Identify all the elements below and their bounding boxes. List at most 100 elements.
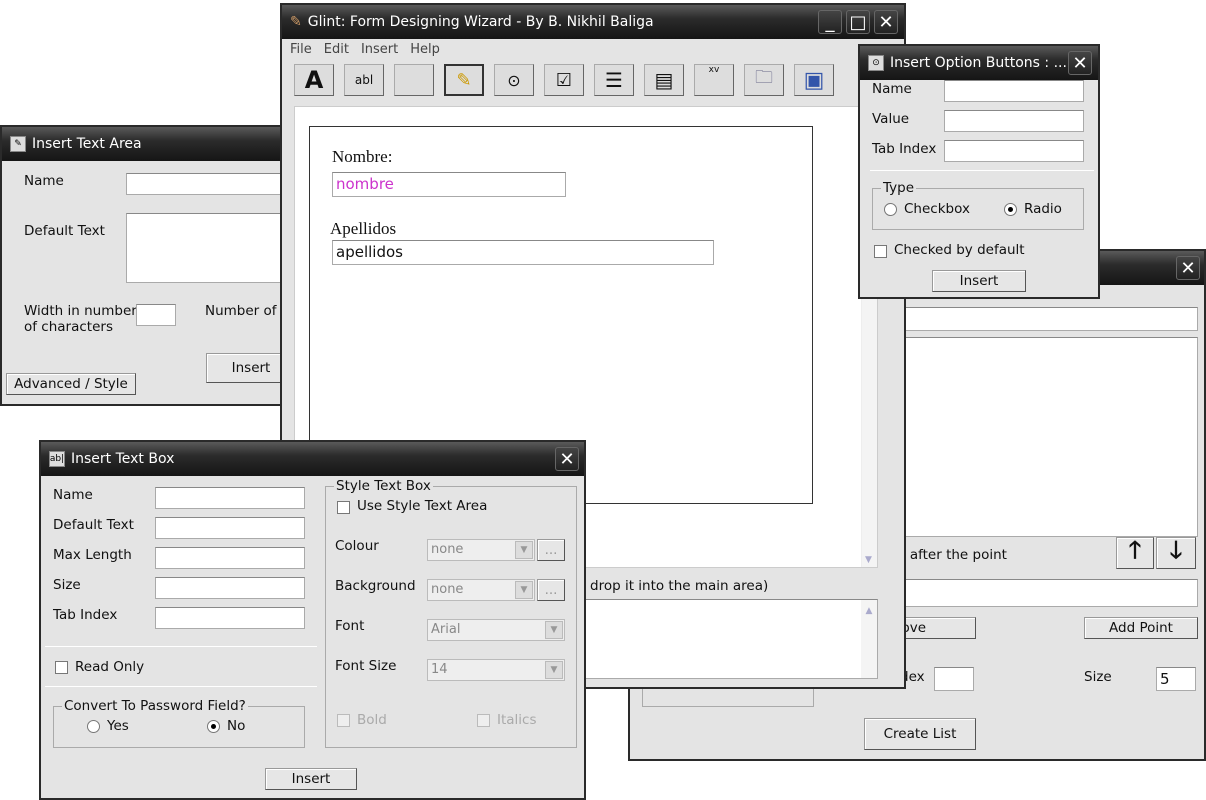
read-only-label: Read Only xyxy=(75,659,145,675)
text-box-title-bar[interactable]: ab| Insert Text Box xyxy=(41,442,584,476)
list-tool-button[interactable]: ☰ xyxy=(594,64,634,96)
insert-option-buttons-window: ⊙ Insert Option Buttons : ... ✕ Name Valu… xyxy=(858,44,1100,299)
minimize-icon[interactable]: _ xyxy=(818,10,842,34)
menu-insert[interactable]: Insert xyxy=(361,42,398,57)
bold-checkbox[interactable] xyxy=(337,714,350,727)
move-down-button[interactable]: 🡓 xyxy=(1156,536,1196,569)
italics-label: Italics xyxy=(497,712,537,728)
window-title: Insert Option Buttons : ... xyxy=(890,55,1067,71)
name-input[interactable] xyxy=(155,487,305,509)
option-title-bar[interactable]: ⊙ Insert Option Buttons : ... xyxy=(860,46,1098,80)
size-input[interactable] xyxy=(155,577,305,599)
chevron-down-icon[interactable]: ▼ xyxy=(515,541,533,559)
font-size-select[interactable]: 14 ▼ xyxy=(427,659,565,681)
colour-select[interactable]: none ▼ xyxy=(427,539,535,561)
close-icon[interactable]: ✕ xyxy=(555,447,579,471)
menu-edit[interactable]: Edit xyxy=(324,42,349,57)
chevron-down-icon[interactable]: ▼ xyxy=(515,581,533,599)
chevron-down-icon[interactable]: ▼ xyxy=(545,621,563,639)
password-no-radio[interactable] xyxy=(207,720,220,733)
divider xyxy=(45,686,317,687)
insert-button[interactable]: Insert xyxy=(932,270,1026,292)
use-style-label: Use Style Text Area xyxy=(357,498,488,514)
main-title-bar[interactable]: ✎ Glint: Form Designing Wizard - By B. Ni… xyxy=(282,5,904,39)
dropdown-tool-button[interactable]: ▤ xyxy=(644,64,684,96)
font-label: Font xyxy=(335,618,365,634)
insert-text-box-window: ab| Insert Text Box ✕ Name Default Text M… xyxy=(39,440,586,800)
size-input[interactable]: 5 xyxy=(1156,667,1196,691)
value-input[interactable] xyxy=(944,110,1084,132)
list-box[interactable] xyxy=(890,337,1198,537)
finder-tool-button[interactable]: ▣ xyxy=(794,64,834,96)
default-text-label: Default Text xyxy=(53,517,134,533)
background-browse-button[interactable]: ... xyxy=(537,579,565,601)
nombre-field[interactable]: nombre xyxy=(332,172,566,197)
use-style-checkbox[interactable] xyxy=(337,501,350,514)
no-label: No xyxy=(227,718,246,734)
name-input[interactable] xyxy=(126,173,288,195)
close-icon[interactable]: ✕ xyxy=(1068,51,1092,75)
radio-label: Radio xyxy=(1024,201,1062,217)
default-text-input[interactable] xyxy=(126,213,288,283)
tab-index-input[interactable] xyxy=(934,667,974,691)
nombre-label: Nombre: xyxy=(332,147,393,166)
checkbox-label: Checkbox xyxy=(904,201,970,217)
radio-radio[interactable] xyxy=(1004,203,1017,216)
tab-index-label: Tab Index xyxy=(872,141,937,157)
maximize-icon[interactable]: □ xyxy=(846,10,870,34)
width-label-2: of characters xyxy=(24,319,113,335)
font-select[interactable]: Arial ▼ xyxy=(427,619,565,641)
move-up-button[interactable]: 🡑 xyxy=(1116,536,1154,569)
bold-label: Bold xyxy=(357,712,387,728)
close-icon[interactable]: ✕ xyxy=(874,10,898,34)
lines-label: Number of lin xyxy=(205,303,290,319)
button-tool-button[interactable] xyxy=(394,64,434,96)
name-input[interactable] xyxy=(944,80,1084,102)
checked-default-checkbox[interactable] xyxy=(874,245,887,258)
tab-index-input[interactable] xyxy=(944,140,1084,162)
text-box-tool-button[interactable]: abl xyxy=(344,64,384,96)
menu-bar: File Edit Insert Help xyxy=(290,42,440,57)
max-length-input[interactable] xyxy=(155,547,305,569)
width-input[interactable] xyxy=(136,304,176,326)
text-area-icon: ✎ xyxy=(10,136,26,152)
insert-button[interactable]: Insert xyxy=(265,768,357,790)
point-input[interactable] xyxy=(890,579,1198,607)
chevron-down-icon[interactable]: ▼ xyxy=(545,661,563,679)
apellidos-field[interactable]: apellidos xyxy=(332,240,714,265)
name-label: Name xyxy=(24,173,64,189)
hidden-field-tool-button[interactable]: xv xyxy=(694,64,734,96)
scrollbar[interactable]: ▲ xyxy=(861,600,877,678)
advanced-style-button[interactable]: Advanced / Style xyxy=(6,373,136,395)
default-text-input[interactable] xyxy=(155,517,305,539)
style-group: Style Text Box xyxy=(325,478,577,748)
checkbox-tool-button[interactable]: ☑ xyxy=(544,64,584,96)
colour-browse-button[interactable]: ... xyxy=(537,539,565,561)
read-only-checkbox[interactable] xyxy=(55,661,68,674)
folder-tool-button[interactable]: 🗀 xyxy=(744,64,784,96)
width-label: Width in number xyxy=(24,303,137,319)
tab-index-input[interactable] xyxy=(155,607,305,629)
max-length-label: Max Length xyxy=(53,547,132,563)
italics-checkbox[interactable] xyxy=(477,714,490,727)
background-select[interactable]: none ▼ xyxy=(427,579,535,601)
app-icon: ✎ xyxy=(290,14,302,30)
insert-text-area-window: ✎ Insert Text Area Name Default Text Widt… xyxy=(0,125,290,406)
label-tool-button[interactable]: A xyxy=(294,64,334,96)
add-point-button[interactable]: Add Point xyxy=(1084,617,1198,639)
menu-file[interactable]: File xyxy=(290,42,312,57)
radio-icon: ⊙ xyxy=(868,55,884,71)
close-icon[interactable]: ✕ xyxy=(1176,256,1200,280)
window-title: Insert Text Box xyxy=(71,451,175,467)
insert-button[interactable]: Insert xyxy=(206,353,288,383)
checked-default-label: Checked by default xyxy=(894,242,1025,258)
checkbox-radio[interactable] xyxy=(884,203,897,216)
text-area-title-bar[interactable]: ✎ Insert Text Area xyxy=(2,127,288,161)
password-yes-radio[interactable] xyxy=(87,720,100,733)
menu-help[interactable]: Help xyxy=(410,42,440,57)
text-area-tool-button[interactable]: ✎ xyxy=(444,64,484,96)
list-input[interactable] xyxy=(890,307,1198,331)
radio-tool-button[interactable]: ⊙ xyxy=(494,64,534,96)
name-label: Name xyxy=(872,81,912,97)
create-list-button[interactable]: Create List xyxy=(864,718,976,750)
